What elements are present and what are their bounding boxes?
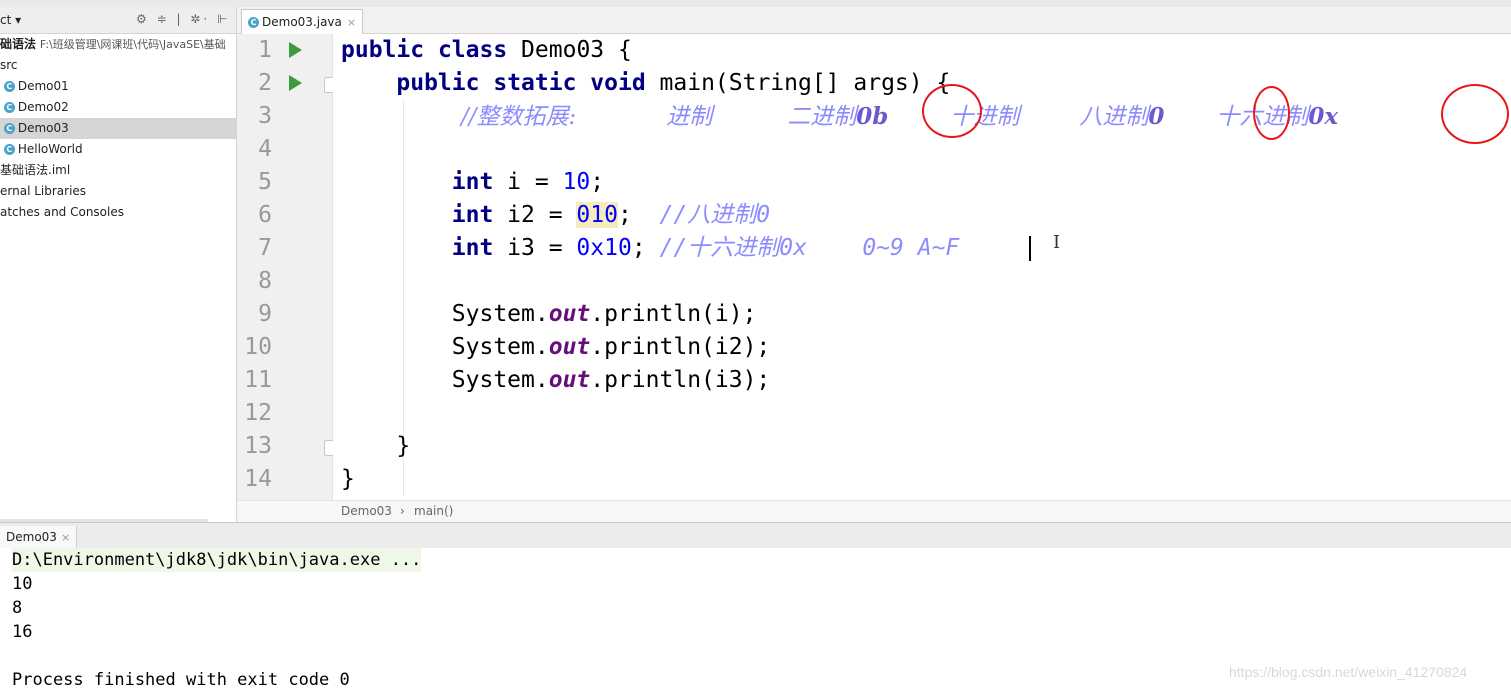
tree-root-path: F:\班级管理\网课班\代码\JavaSE\基础 bbox=[39, 38, 226, 51]
code-line-2: public static void main(String[] args) { bbox=[396, 70, 951, 96]
console-output-line: 8 bbox=[12, 598, 23, 618]
line-number: 1 bbox=[258, 37, 272, 63]
console-output-line: 10 bbox=[12, 574, 33, 594]
project-toolbar-icons[interactable]: ⚙ ≑ | ✲· ⊩ bbox=[136, 12, 230, 26]
tree-item-label: 基础语法.iml bbox=[0, 163, 71, 177]
project-panel: ct ▾ ⚙ ≑ | ✲· ⊩ 础语法 F:\班级管理\网课班\代码\JavaS… bbox=[0, 7, 237, 525]
console-exit-message: Process finished with exit code 0 bbox=[12, 670, 350, 690]
line-number: 10 bbox=[244, 334, 272, 360]
java-class-icon: C bbox=[3, 123, 15, 134]
annotation-circle-binary bbox=[922, 84, 982, 138]
editor-gutter: 1 2 3 4 5 6 7 8 9 10 11 12 13 14 bbox=[237, 34, 359, 500]
tree-item-demo01[interactable]: C Demo01 bbox=[0, 76, 236, 97]
breadcrumb-method[interactable]: main() bbox=[414, 501, 453, 522]
project-view-selector[interactable]: ct ▾ bbox=[0, 13, 21, 27]
java-class-icon: C bbox=[3, 81, 15, 92]
tree-item-label: atches and Consoles bbox=[0, 205, 124, 219]
line-number: 5 bbox=[258, 169, 272, 195]
tree-item-scratches[interactable]: atches and Consoles bbox=[0, 202, 236, 223]
tree-item-label: Demo01 bbox=[17, 79, 69, 93]
java-class-icon: C bbox=[3, 102, 15, 113]
breadcrumb: Demo03 › main() bbox=[237, 500, 1511, 522]
code-line-14: } bbox=[341, 466, 355, 492]
code-line-7: int i3 = 0x10; //十六进制0x 0~9 A~F bbox=[451, 235, 960, 261]
code-line-1: public class Demo03 { bbox=[341, 37, 632, 63]
ibeam-cursor-icon: I bbox=[1053, 232, 1061, 253]
code-line-10: System.out.println(i2); bbox=[451, 334, 771, 360]
tree-root-label: 础语法 bbox=[0, 37, 37, 51]
line-number: 11 bbox=[244, 367, 272, 393]
run-class-icon[interactable] bbox=[289, 42, 302, 58]
tree-root[interactable]: 础语法 F:\班级管理\网课班\代码\JavaSE\基础 bbox=[0, 34, 236, 55]
java-class-icon: C bbox=[248, 17, 259, 28]
close-icon[interactable]: × bbox=[61, 531, 70, 544]
code-line-13: } bbox=[396, 433, 411, 459]
project-panel-header: ct ▾ ⚙ ≑ | ✲· ⊩ bbox=[0, 7, 236, 34]
annotation-circle-hex bbox=[1441, 84, 1509, 144]
line-number: 7 bbox=[258, 235, 272, 261]
tree-item-iml[interactable]: 基础语法.iml bbox=[0, 160, 236, 181]
tree-item-label: src bbox=[0, 58, 18, 72]
code-line-11: System.out.println(i3); bbox=[451, 367, 771, 393]
code-line-9: System.out.println(i); bbox=[451, 301, 757, 327]
tree-item-label: Demo03 bbox=[17, 121, 69, 135]
tree-item-helloworld[interactable]: C HelloWorld bbox=[0, 139, 236, 160]
tree-item-label: Demo02 bbox=[17, 100, 69, 114]
tree-item-label: ernal Libraries bbox=[0, 184, 87, 198]
editor-tab-bar: C Demo03.java × bbox=[237, 7, 1511, 34]
tab-demo03-java[interactable]: C Demo03.java × bbox=[241, 9, 364, 34]
code-line-5: int i = 10; bbox=[451, 169, 605, 195]
text-caret bbox=[1029, 236, 1031, 261]
line-number: 4 bbox=[258, 136, 272, 162]
tree-item-demo02[interactable]: C Demo02 bbox=[0, 97, 236, 118]
line-number: 6 bbox=[258, 202, 272, 228]
line-number: 8 bbox=[258, 268, 272, 294]
run-main-icon[interactable] bbox=[289, 75, 302, 91]
line-number: 13 bbox=[244, 433, 272, 459]
code-line-6: int i2 = 010; //八进制0 bbox=[451, 202, 771, 228]
line-number: 12 bbox=[244, 400, 272, 426]
tree-item-demo03[interactable]: C Demo03 bbox=[0, 118, 236, 139]
breadcrumb-separator-icon: › bbox=[400, 504, 405, 518]
code-line-3: //整数拓展: 进制 二进制0b 十进制 八进制0 十六进制0x bbox=[461, 103, 1339, 130]
tab-label: Demo03.java bbox=[262, 15, 342, 29]
tree-item-label: HelloWorld bbox=[17, 142, 83, 156]
run-tab-label: Demo03 bbox=[6, 530, 57, 544]
console-command-line[interactable]: D:\Environment\jdk8\jdk\bin\java.exe ... bbox=[12, 548, 422, 572]
breadcrumb-class[interactable]: Demo03 bbox=[341, 501, 392, 522]
line-number: 9 bbox=[258, 301, 272, 327]
run-tab-demo03[interactable]: Demo03 × bbox=[0, 526, 78, 548]
line-number: 14 bbox=[244, 466, 272, 492]
java-class-icon: C bbox=[3, 144, 15, 155]
line-number: 2 bbox=[258, 70, 272, 96]
annotation-circle-octal bbox=[1253, 86, 1290, 140]
console-output-line: 16 bbox=[12, 622, 33, 642]
run-tab-bar: Demo03 × bbox=[0, 522, 1511, 549]
tree-item-external-libraries[interactable]: ernal Libraries bbox=[0, 181, 236, 202]
tree-item-src[interactable]: src bbox=[0, 55, 236, 76]
close-icon[interactable]: × bbox=[347, 16, 356, 29]
watermark: https://blog.csdn.net/weixin_41270824 bbox=[1229, 664, 1468, 680]
line-number: 3 bbox=[258, 103, 272, 129]
